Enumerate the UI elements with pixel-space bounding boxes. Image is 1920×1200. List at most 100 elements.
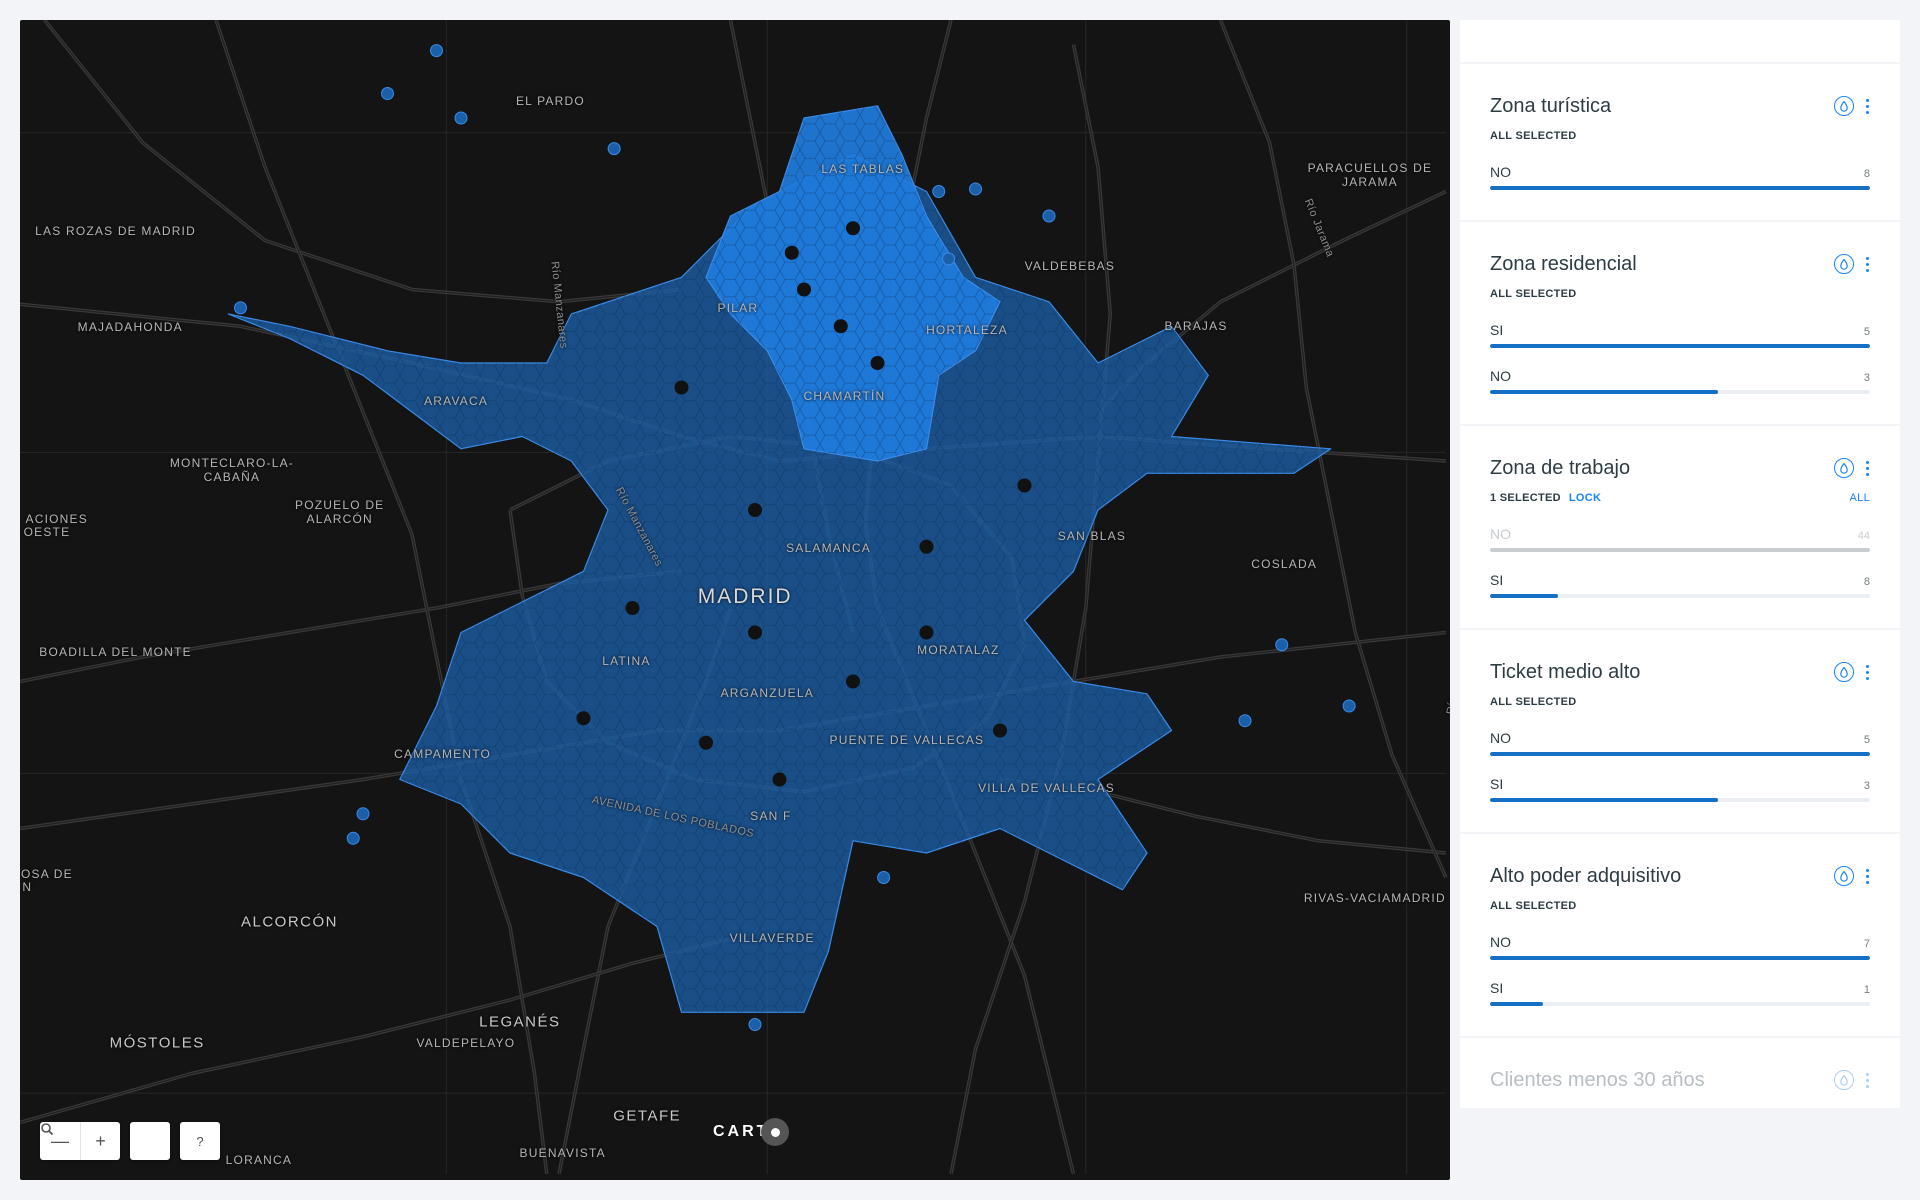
color-drop-icon[interactable] <box>1834 1070 1854 1090</box>
category-item[interactable]: NO 7 <box>1490 934 1870 960</box>
map-place-label: VALDEBEBAS <box>1024 259 1116 274</box>
widget-header: Ticket medio alto <box>1490 658 1870 686</box>
more-options-icon[interactable] <box>1864 868 1870 884</box>
map-place-label: LATINA <box>602 653 651 668</box>
map-place-label: CHAMARTÍN <box>803 389 886 404</box>
widget-selection-status: 1 SELECTED LOCK ALL <box>1490 492 1870 506</box>
more-options-icon[interactable] <box>1864 460 1870 476</box>
category-item[interactable]: SI 1 <box>1490 980 1870 1006</box>
category-item[interactable]: SI 3 <box>1490 776 1870 802</box>
category-bar <box>1490 548 1870 552</box>
widget-title: Zona residencial <box>1490 252 1637 275</box>
widget-actions <box>1834 866 1870 886</box>
category-bar <box>1490 344 1870 348</box>
widget-actions <box>1834 1070 1870 1090</box>
widget-header: Alto poder adquisitivo <box>1490 862 1870 890</box>
map-place-label: PUENTE DE VALLECAS <box>829 733 985 748</box>
more-options-icon[interactable] <box>1864 98 1870 114</box>
carto-attribution-logo[interactable]: CART <box>713 1118 790 1146</box>
category-bar-fill <box>1490 798 1718 802</box>
category-bar <box>1490 798 1870 802</box>
map-place-label: MONTECLARO-LA- <box>169 456 294 471</box>
category-count: 7 <box>1863 938 1870 950</box>
widget-title: Ticket medio alto <box>1490 660 1641 683</box>
widget-title: Zona de trabajo <box>1490 456 1631 479</box>
widget-actions <box>1834 254 1870 274</box>
category-count: 44 <box>1857 530 1870 542</box>
map-place-label: HORTALEZA <box>926 322 1008 337</box>
more-options-icon[interactable] <box>1864 256 1870 272</box>
map-place-label: ALARCÓN <box>306 511 373 526</box>
select-all-button[interactable]: ALL <box>1850 492 1870 506</box>
carto-logo-icon <box>761 1118 790 1146</box>
category-widget: Ticket medio alto ALL SELECTED NO 5 SI 3 <box>1460 630 1900 832</box>
category-item[interactable]: NO 3 <box>1490 368 1870 394</box>
category-name: SI <box>1490 572 1504 588</box>
map-place-label: CAMPAMENTO <box>394 746 492 761</box>
map-canvas[interactable]: EL PARDO LAS ROZAS DE MADRID MAJADAHONDA AR… <box>20 20 1450 1180</box>
search-button[interactable] <box>41 1122 170 1160</box>
widget-title: Clientes menos 30 años <box>1490 1068 1705 1091</box>
map-place-label: PILAR <box>717 300 759 315</box>
map-place-label: SAN BLAS <box>1057 528 1127 543</box>
category-widget: Clientes menos 30 años <box>1460 1038 1900 1108</box>
category-bar-fill <box>1490 548 1870 552</box>
category-widget: Alto poder adquisitivo ALL SELECTED NO 7 SI 1 <box>1460 834 1900 1036</box>
map-place-label: ACIONES <box>25 511 88 526</box>
widget-selection-status: ALL SELECTED <box>1490 900 1870 914</box>
color-drop-icon[interactable] <box>1834 96 1854 116</box>
widget-header: Zona residencial <box>1490 250 1870 278</box>
map-place-label: VILLA DE VALLECAS <box>978 781 1116 796</box>
search-icon <box>41 1123 54 1136</box>
help-button[interactable]: ? <box>180 1122 220 1160</box>
map-place-label: CABAÑA <box>203 469 261 484</box>
map-place-label: MADRID <box>697 584 793 608</box>
more-options-icon[interactable] <box>1864 664 1870 680</box>
category-name: SI <box>1490 980 1504 996</box>
category-count: 5 <box>1863 326 1870 338</box>
lock-button[interactable]: LOCK <box>1569 492 1601 504</box>
map-place-label: MÓSTOLES <box>109 1034 205 1052</box>
category-widget: Zona de trabajo 1 SELECTED LOCK ALL NO 44 SI 8 <box>1460 426 1900 628</box>
category-name: NO <box>1490 368 1511 384</box>
widget-actions <box>1834 96 1870 116</box>
widget-header: Clientes menos 30 años <box>1490 1066 1870 1094</box>
color-drop-icon[interactable] <box>1834 458 1854 478</box>
more-options-icon[interactable] <box>1864 1072 1870 1088</box>
zoom-in-button[interactable]: + <box>80 1122 120 1160</box>
category-name: NO <box>1490 730 1511 746</box>
widget-selection-status: ALL SELECTED <box>1490 288 1870 302</box>
category-name: SI <box>1490 322 1504 338</box>
color-drop-icon[interactable] <box>1834 866 1854 886</box>
category-name: NO <box>1490 164 1511 180</box>
map-place-label: JARAMA <box>1342 174 1398 189</box>
selection-count: 1 SELECTED <box>1490 492 1561 504</box>
selection-count: ALL SELECTED <box>1490 900 1577 912</box>
category-bar-fill <box>1490 186 1870 190</box>
widget-actions <box>1834 662 1870 682</box>
category-bar-fill <box>1490 752 1870 756</box>
map-place-label: LAS ROZAS DE MADRID <box>35 223 196 238</box>
search-control <box>41 1122 170 1160</box>
map-place-label: ARAVACA <box>424 393 489 408</box>
map-place-label: SAN F <box>750 809 792 824</box>
category-item[interactable]: NO 44 <box>1490 526 1870 552</box>
category-bar-fill <box>1490 344 1870 348</box>
widget-selection-status: ALL SELECTED <box>1490 130 1870 144</box>
widget-header: Zona de trabajo <box>1490 454 1870 482</box>
category-count: 3 <box>1863 780 1870 792</box>
category-bar <box>1490 390 1870 394</box>
category-item[interactable]: SI 8 <box>1490 572 1870 598</box>
category-item[interactable]: SI 5 <box>1490 322 1870 348</box>
category-item[interactable]: NO 5 <box>1490 730 1870 756</box>
map-place-label: LAS TABLAS <box>821 162 905 177</box>
category-bar-fill <box>1490 390 1718 394</box>
color-drop-icon[interactable] <box>1834 254 1854 274</box>
map-place-label: VALDEPELAYO <box>416 1035 516 1050</box>
color-drop-icon[interactable] <box>1834 662 1854 682</box>
category-bar <box>1490 594 1870 598</box>
selection-count: ALL SELECTED <box>1490 288 1577 300</box>
category-item[interactable]: NO 8 <box>1490 164 1870 190</box>
map-place-label: SALAMANCA <box>786 540 871 555</box>
map-place-label: RIVAS-VACIAMADRID <box>1303 891 1446 906</box>
